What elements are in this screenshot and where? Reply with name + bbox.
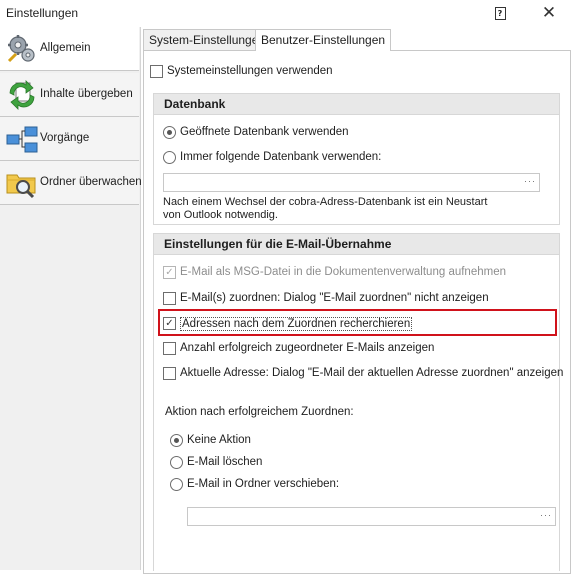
database-group-title: Datenbank <box>164 97 226 111</box>
current-address-dialog-checkbox[interactable] <box>163 367 176 380</box>
action-none-label: Keine Aktion <box>187 434 251 446</box>
save-msg-label: E-Mail als MSG-Datei in die Dokumentenve… <box>180 266 506 278</box>
database-path-input[interactable]: ··· <box>163 173 540 192</box>
action-none-radio[interactable] <box>170 434 183 447</box>
action-delete-radio[interactable] <box>170 456 183 469</box>
sidebar-item-allgemein[interactable]: Allgemein <box>0 27 139 71</box>
open-database-radio[interactable] <box>163 126 176 139</box>
action-move-radio[interactable] <box>170 478 183 491</box>
sidebar-item-label: Ordner überwachen <box>40 176 142 188</box>
folder-search-icon <box>6 174 36 199</box>
action-move-label: E-Mail in Ordner verschieben: <box>187 478 340 490</box>
process-flow-icon <box>6 126 38 153</box>
sidebar-item-label: Allgemein <box>40 42 91 54</box>
help-button[interactable]: ? <box>489 2 511 24</box>
window-title: Einstellungen <box>6 6 79 20</box>
browse-button[interactable]: ··· <box>524 176 536 186</box>
restart-note-line: Nach einem Wechsel der cobra-Adress-Date… <box>163 196 488 208</box>
folder-browse-button[interactable]: ··· <box>540 510 552 520</box>
specific-database-label: Immer folgende Datenbank verwenden: <box>180 151 382 163</box>
action-delete-label: E-Mail löschen <box>187 456 263 468</box>
open-database-label: Geöffnete Datenbank verwenden <box>180 126 349 138</box>
sidebar: Allgemein Inhalte übergeben Vorgänge Ord… <box>0 27 142 570</box>
tab-benutzer-einstellungen[interactable]: Benutzer-Einstellungen <box>255 29 392 51</box>
sidebar-item-label: Inhalte übergeben <box>40 88 133 100</box>
help-icon: ? <box>494 6 506 20</box>
use-system-settings-checkbox[interactable] <box>150 65 163 78</box>
email-group-title: Einstellungen für die E-Mail-Übernahme <box>164 237 392 251</box>
use-system-settings-label: Systemeinstellungen verwenden <box>167 65 333 77</box>
email-group-header: Einstellungen für die E-Mail-Übernahme <box>154 234 559 255</box>
show-count-label: Anzahl erfolgreich zugeordneter E-Mails … <box>180 342 435 354</box>
database-group-header: Datenbank <box>154 94 559 115</box>
gears-icon <box>7 35 35 63</box>
save-msg-checkbox[interactable]: ✓ <box>163 266 176 279</box>
restart-note-line: von Outlook notwendig. <box>163 209 278 221</box>
sidebar-item-vorgaenge[interactable]: Vorgänge <box>0 117 139 161</box>
hide-assign-dialog-label: E-Mail(s) zuordnen: Dialog "E-Mail zuord… <box>180 292 489 304</box>
current-address-dialog-label: Aktuelle Adresse: Dialog "E-Mail der akt… <box>180 367 564 379</box>
hide-assign-dialog-checkbox[interactable] <box>163 292 176 305</box>
close-button[interactable]: ✕ <box>537 2 561 24</box>
action-after-assign-label: Aktion nach erfolgreichem Zuordnen: <box>165 406 354 418</box>
restart-note: Nach einem Wechsel der cobra-Adress-Date… <box>163 196 487 222</box>
transfer-arrows-icon <box>9 80 35 110</box>
title-bar: Einstellungen ? ✕ <box>0 0 571 26</box>
highlight-frame <box>158 309 557 336</box>
sidebar-item-label: Vorgänge <box>40 132 90 144</box>
tab-system-einstellungen[interactable]: System-Einstellungen <box>143 29 272 50</box>
sidebar-item-inhalte-uebergeben[interactable]: Inhalte übergeben <box>0 73 139 117</box>
specific-database-radio[interactable] <box>163 151 176 164</box>
sidebar-item-ordner-ueberwachen[interactable]: Ordner überwachen <box>0 161 142 205</box>
target-folder-input[interactable]: ··· <box>187 507 556 526</box>
show-count-checkbox[interactable] <box>163 342 176 355</box>
